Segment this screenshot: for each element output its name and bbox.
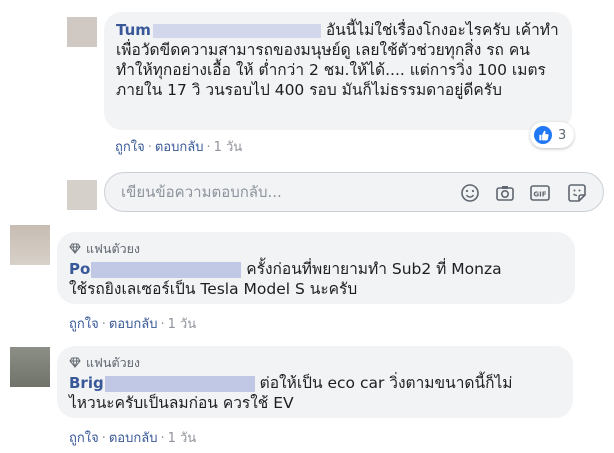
comment-text: ใช้รถยิงเลเซอร์เป็น Tesla Model S นะครับ: [69, 280, 358, 298]
comment-bubble: แฟนตัวยง Po ครั้งก่อนที่พยายามทำ Sub2 ที…: [57, 232, 575, 304]
comment-author[interactable]: Po: [69, 260, 242, 278]
timestamp[interactable]: 1 วัน: [214, 140, 243, 155]
comment-text: ต่อให้เป็น eco car วิ่งตามขนาดนี้ก็ไม่: [259, 374, 513, 392]
timestamp[interactable]: 1 วัน: [168, 317, 197, 332]
fan-badge: แฟนตัวยง: [69, 239, 140, 259]
like-link[interactable]: ถูกใจ: [69, 431, 99, 446]
timestamp[interactable]: 1 วัน: [168, 431, 197, 446]
comment-actions: ถูกใจ · ตอบกลับ · 1 วัน: [69, 431, 197, 446]
gif-icon[interactable]: GIF: [528, 181, 552, 205]
reply-link[interactable]: ตอบกลับ: [109, 431, 158, 446]
svg-text:GIF: GIF: [533, 191, 546, 199]
emoji-icon[interactable]: [458, 181, 482, 205]
diamond-icon: [69, 356, 81, 371]
avatar[interactable]: [67, 17, 97, 47]
like-link[interactable]: ถูกใจ: [115, 140, 145, 155]
avatar: [67, 180, 97, 210]
reply-input[interactable]: [119, 182, 423, 202]
reply-box[interactable]: GIF: [104, 172, 604, 212]
reaction-count[interactable]: 3: [530, 122, 575, 148]
like-link[interactable]: ถูกใจ: [69, 317, 99, 332]
fan-badge: แฟนตัวยง: [69, 353, 140, 373]
comment-author[interactable]: Brig: [69, 374, 255, 392]
like-icon: [534, 126, 552, 144]
comment-text: ครั้งก่อนที่พยายามทำ Sub2 ที่ Monza: [246, 260, 502, 278]
comment-author[interactable]: Tum: [116, 21, 321, 39]
avatar[interactable]: [10, 225, 50, 265]
comment-text: ไหวนะครับเป็นลมก่อน ควรใช้ EV: [69, 394, 294, 412]
reply-link[interactable]: ตอบกลับ: [109, 317, 158, 332]
comment-bubble: Tum อันนี้ไม่ใช่เรื่องโกงอะไรครับ เค้าทำ…: [104, 12, 572, 130]
camera-icon[interactable]: [493, 181, 517, 205]
sticker-icon[interactable]: [565, 181, 589, 205]
diamond-icon: [69, 242, 81, 257]
avatar[interactable]: [10, 347, 50, 387]
comment-actions: ถูกใจ · ตอบกลับ · 1 วัน: [69, 317, 197, 332]
comment-bubble: แฟนตัวยง Brig ต่อให้เป็น eco car วิ่งตาม…: [57, 346, 573, 418]
reply-link[interactable]: ตอบกลับ: [155, 140, 204, 155]
comment-actions: ถูกใจ · ตอบกลับ · 1 วัน: [115, 140, 243, 155]
